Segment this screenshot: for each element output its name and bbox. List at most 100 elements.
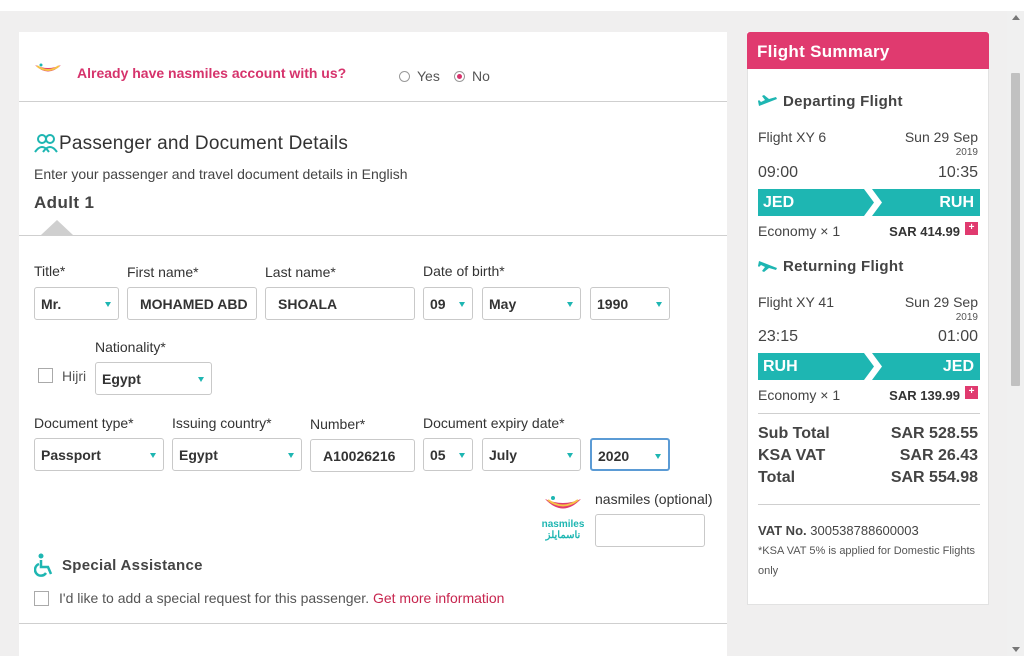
route-arrow-icon (864, 353, 882, 380)
doc-type-value: Passport (41, 447, 101, 463)
flight-summary-header: Flight Summary (747, 32, 989, 69)
account-question: Already have nasmiles account with us? (77, 65, 347, 81)
vat-label: KSA VAT (758, 447, 826, 464)
chevron-down-icon (150, 453, 156, 458)
dob-month-select[interactable]: May (482, 287, 581, 320)
passengers-icon (34, 133, 58, 158)
departing-plane-icon (758, 94, 778, 112)
subtotal-label: Sub Total (758, 425, 830, 442)
departing-expand-button[interactable]: + (965, 222, 978, 235)
nasmiles-smile-icon (545, 496, 581, 509)
scroll-down-icon[interactable] (1012, 647, 1020, 652)
assistance-title: Special Assistance (62, 557, 203, 574)
passenger-form-panel: Already have nasmiles account with us? Y… (19, 32, 727, 656)
returning-date: Sun 29 Sep (904, 294, 978, 310)
first-name-input[interactable]: MOHAMED ABD (127, 287, 257, 320)
total-value: SAR 554.98 (890, 469, 978, 486)
nasmiles-smile-icon (34, 62, 62, 81)
last-name-label: Last name* (265, 264, 336, 280)
route-arrow-icon (864, 189, 882, 216)
hijri-checkbox[interactable] (38, 368, 53, 383)
divider (19, 235, 727, 236)
doc-number-input[interactable]: A10026216 (310, 439, 415, 472)
last-name-input[interactable]: SHOALA (265, 287, 415, 320)
chevron-down-icon (655, 454, 661, 459)
account-row: Already have nasmiles account with us? Y… (19, 32, 727, 102)
departing-title: Departing Flight (783, 93, 903, 110)
account-no-radio[interactable]: No (454, 68, 490, 84)
expiry-year-select[interactable]: 2020 (590, 438, 670, 471)
title-label: Title* (34, 263, 66, 279)
nationality-label: Nationality* (95, 339, 166, 355)
returning-from: RUH (763, 358, 798, 375)
expiry-label: Document expiry date* (423, 415, 565, 431)
returning-title: Returning Flight (783, 258, 904, 275)
title-select[interactable]: Mr. (34, 287, 119, 320)
departing-from: JED (763, 194, 795, 211)
page-scrollbar[interactable] (1007, 11, 1024, 656)
dob-day-select[interactable]: 09 (423, 287, 473, 320)
chevron-down-icon (459, 453, 465, 458)
divider (758, 504, 980, 505)
departing-arr-time: 10:35 (937, 164, 978, 181)
departing-year: 2019 (955, 147, 978, 158)
title-value: Mr. (41, 296, 62, 312)
expiry-year-value: 2020 (598, 448, 630, 464)
departing-fare: Economy × 1 (758, 223, 841, 239)
nationality-value: Egypt (102, 371, 141, 387)
dob-year-value: 1990 (597, 296, 629, 312)
nasmiles-input[interactable] (595, 514, 705, 547)
scrollbar-thumb[interactable] (1011, 73, 1020, 386)
vat-note: *KSA VAT 5% is applied for Domestic Flig… (758, 545, 976, 577)
account-yes-radio[interactable]: Yes (399, 68, 440, 84)
chevron-down-icon (567, 302, 573, 307)
nasmiles-logo-arabic: ناسمايلز (545, 530, 581, 541)
adult-tab[interactable]: Adult 1 (34, 193, 94, 213)
departing-date: Sun 29 Sep (904, 129, 978, 145)
vat-value: SAR 26.43 (899, 447, 978, 464)
radio-checked-icon (454, 70, 465, 82)
returning-plane-icon (758, 259, 778, 277)
departing-route: JED RUH (758, 189, 980, 216)
scroll-up-icon[interactable] (1012, 15, 1020, 20)
expiry-month-select[interactable]: July (482, 438, 581, 471)
first-name-label: First name* (127, 264, 199, 280)
issuing-country-value: Egypt (179, 447, 218, 463)
radio-unchecked-icon (399, 70, 410, 82)
departing-to: RUH (939, 194, 974, 211)
chevron-down-icon (459, 302, 465, 307)
vat-number-value: 300538788600003 (810, 523, 919, 538)
special-request-label: I'd like to add a special request for th… (59, 590, 504, 606)
dob-year-select[interactable]: 1990 (590, 287, 670, 320)
section-title: Passenger and Document Details (59, 133, 349, 154)
expiry-month-value: July (489, 447, 518, 463)
account-no-label: No (472, 68, 490, 84)
doc-type-label: Document type* (34, 415, 134, 431)
returning-expand-button[interactable]: + (965, 386, 978, 399)
chevron-down-icon (567, 453, 573, 458)
wheelchair-icon (33, 553, 54, 582)
nasmiles-logo: nasmiles ناسمايلز (536, 494, 590, 541)
issuing-country-label: Issuing country* (172, 415, 272, 431)
departing-price: SAR 414.99 (889, 224, 960, 239)
issuing-country-select[interactable]: Egypt (172, 438, 302, 471)
returning-fare: Economy × 1 (758, 387, 841, 403)
nationality-select[interactable]: Egypt (95, 362, 212, 395)
dob-month-value: May (489, 296, 517, 312)
hijri-label: Hijri (62, 368, 87, 384)
divider (758, 413, 980, 414)
expiry-day-value: 05 (430, 447, 446, 463)
get-more-info-link[interactable]: Get more information (373, 590, 505, 606)
subtotal-value: SAR 528.55 (890, 425, 978, 442)
chevron-down-icon (198, 377, 204, 382)
returning-arr-time: 01:00 (937, 328, 978, 345)
returning-flight-number: Flight XY 41 (758, 294, 835, 310)
special-request-checkbox[interactable] (34, 591, 49, 606)
flight-summary-body: Departing Flight Flight XY 6 Sun 29 Sep … (747, 69, 989, 605)
returning-price: SAR 139.99 (889, 388, 960, 403)
expiry-day-select[interactable]: 05 (423, 438, 473, 471)
special-request-text: I'd like to add a special request for th… (59, 590, 370, 606)
adult-tab-indicator (41, 220, 73, 235)
next-section-icon (32, 650, 42, 656)
doc-type-select[interactable]: Passport (34, 438, 164, 471)
